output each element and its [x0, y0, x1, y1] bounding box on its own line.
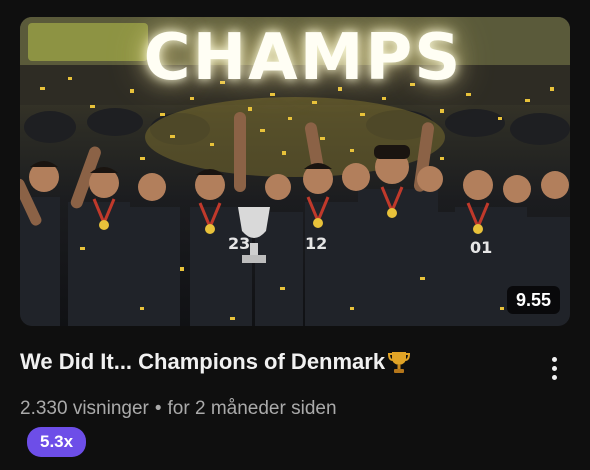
duration-badge: 9.55	[506, 286, 560, 314]
video-title-text: We Did It... Champions of Denmark	[20, 349, 386, 374]
svg-text:12: 12	[305, 234, 327, 253]
menu-dot	[551, 365, 557, 371]
menu-dot	[551, 374, 557, 380]
video-card[interactable]: 12 01 23 CHAMPS 9.55 We Did It... Champi…	[0, 0, 590, 470]
video-title[interactable]: We Did It... Champions of Denmark	[20, 347, 411, 377]
video-stats: 2.330 visninger • for 2 måneder siden	[20, 396, 337, 422]
speed-badge: 5.3x	[27, 427, 87, 457]
view-count: 2.330 visninger	[20, 398, 149, 419]
upload-age: for 2 måneder siden	[167, 398, 337, 419]
video-thumbnail[interactable]: 12 01 23 CHAMPS 9.55	[20, 17, 570, 326]
svg-text:23: 23	[228, 234, 250, 253]
meta-separator: •	[154, 398, 162, 419]
more-vertical-icon[interactable]	[538, 350, 570, 386]
svg-text:01: 01	[470, 238, 492, 257]
thumbnail-headline: CHAMPS	[143, 21, 463, 95]
trophy-icon	[388, 352, 411, 373]
menu-dot	[551, 356, 557, 362]
